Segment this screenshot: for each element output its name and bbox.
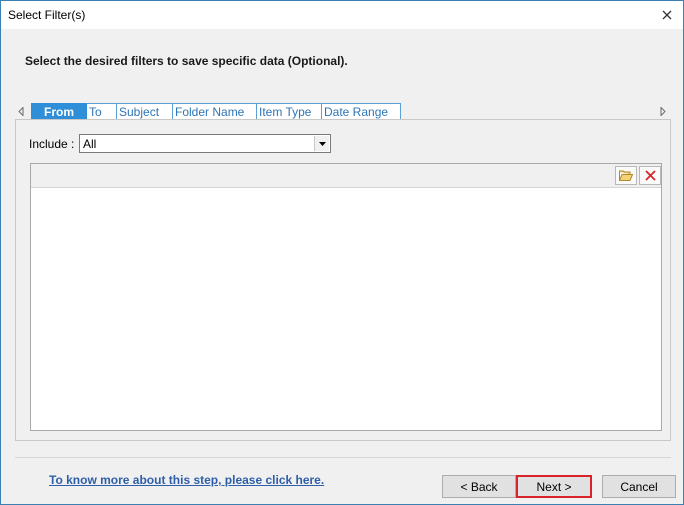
filter-panel: Include : All [15,119,671,441]
tab-date-range[interactable]: Date Range [322,103,401,120]
tab-item-type[interactable]: Item Type [257,103,322,120]
next-button[interactable]: Next > [516,475,592,498]
filter-tabstrip: From To Subject Folder Name Item Type Da… [15,103,669,120]
footer-divider [15,457,671,458]
dropdown-arrow[interactable] [314,136,329,151]
open-file-button[interactable] [615,166,637,185]
chevron-left-icon [18,106,24,116]
delete-button[interactable] [639,166,661,185]
close-icon [662,10,672,20]
tab-list: From To Subject Folder Name Item Type Da… [31,103,401,120]
window-title: Select Filter(s) [8,8,86,22]
next-button-label: Next > [536,479,572,494]
close-button[interactable] [657,5,677,25]
cancel-button-label: Cancel [620,479,658,494]
select-filters-dialog: Select Filter(s) Select the desired filt… [0,0,684,505]
cancel-button[interactable]: Cancel [602,475,676,498]
instruction-area: Select the desired filters to save speci… [1,29,683,93]
include-label: Include : [29,137,75,151]
back-button[interactable]: < Back [442,475,516,498]
chevron-right-icon [660,106,666,116]
include-dropdown[interactable]: All [79,134,331,153]
help-link[interactable]: To know more about this step, please cli… [49,473,324,487]
tab-from[interactable]: From [31,103,87,120]
tab-to[interactable]: To [87,103,117,120]
tab-scroll-left-button[interactable] [15,103,27,119]
filter-list[interactable] [30,163,662,431]
chevron-down-icon [318,141,326,146]
include-selected-value: All [83,137,97,151]
list-toolbar [31,164,661,188]
delete-x-icon [644,170,656,181]
folder-open-icon [619,170,633,181]
back-button-label: < Back [460,479,498,494]
tab-subject[interactable]: Subject [117,103,173,120]
tab-folder-name[interactable]: Folder Name [173,103,257,120]
tab-scroll-right-button[interactable] [657,103,669,119]
instruction-text: Select the desired filters to save speci… [25,54,348,68]
title-bar: Select Filter(s) [1,1,683,29]
